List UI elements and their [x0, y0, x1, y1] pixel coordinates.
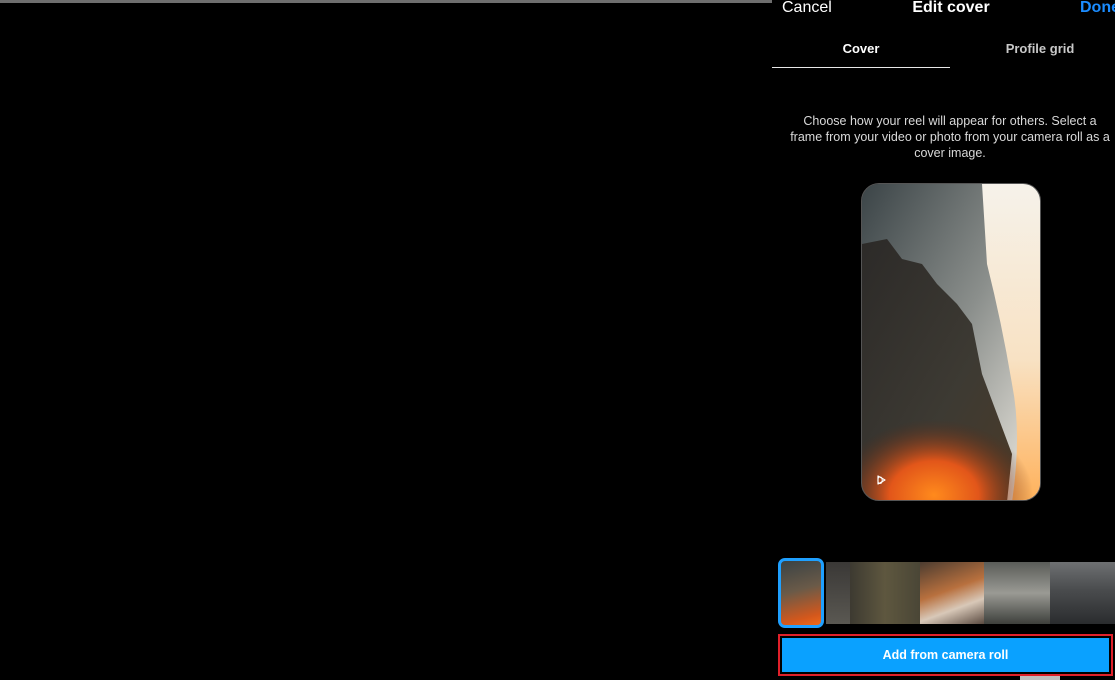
- left-blank-area: [0, 3, 772, 680]
- panel-header: Cancel Edit cover Done: [772, 0, 1115, 18]
- app-window: Cancel Edit cover Done Cover Profile gri…: [0, 0, 1115, 680]
- add-from-camera-roll-button[interactable]: Add from camera roll: [782, 638, 1109, 672]
- filmstrip-frame[interactable]: [850, 562, 920, 624]
- edit-cover-panel: Cancel Edit cover Done Cover Profile gri…: [772, 0, 1115, 680]
- play-count: 0: [877, 475, 886, 487]
- done-button[interactable]: Done: [1080, 0, 1115, 17]
- tab-profile-grid[interactable]: Profile grid: [950, 41, 1115, 56]
- tab-cover[interactable]: Cover: [772, 41, 950, 56]
- cover-description: Choose how your reel will appear for oth…: [790, 114, 1110, 160]
- frame-filmstrip[interactable]: [778, 558, 1115, 628]
- bottom-fragment: [1020, 676, 1060, 680]
- cover-preview[interactable]: 0: [861, 183, 1041, 501]
- cover-preview-image: [862, 184, 1040, 500]
- filmstrip-frame[interactable]: [1050, 562, 1115, 624]
- page-title: Edit cover: [912, 0, 990, 16]
- active-tab-indicator: [772, 67, 950, 68]
- tab-bar: Cover Profile grid: [772, 30, 1115, 70]
- selected-frame[interactable]: [778, 558, 824, 628]
- filmstrip-frame[interactable]: [984, 562, 1050, 624]
- add-from-camera-roll-highlight: Add from camera roll: [778, 634, 1113, 676]
- filmstrip-frame[interactable]: [826, 562, 850, 624]
- filmstrip-frame[interactable]: [920, 562, 984, 624]
- play-icon: [877, 475, 886, 485]
